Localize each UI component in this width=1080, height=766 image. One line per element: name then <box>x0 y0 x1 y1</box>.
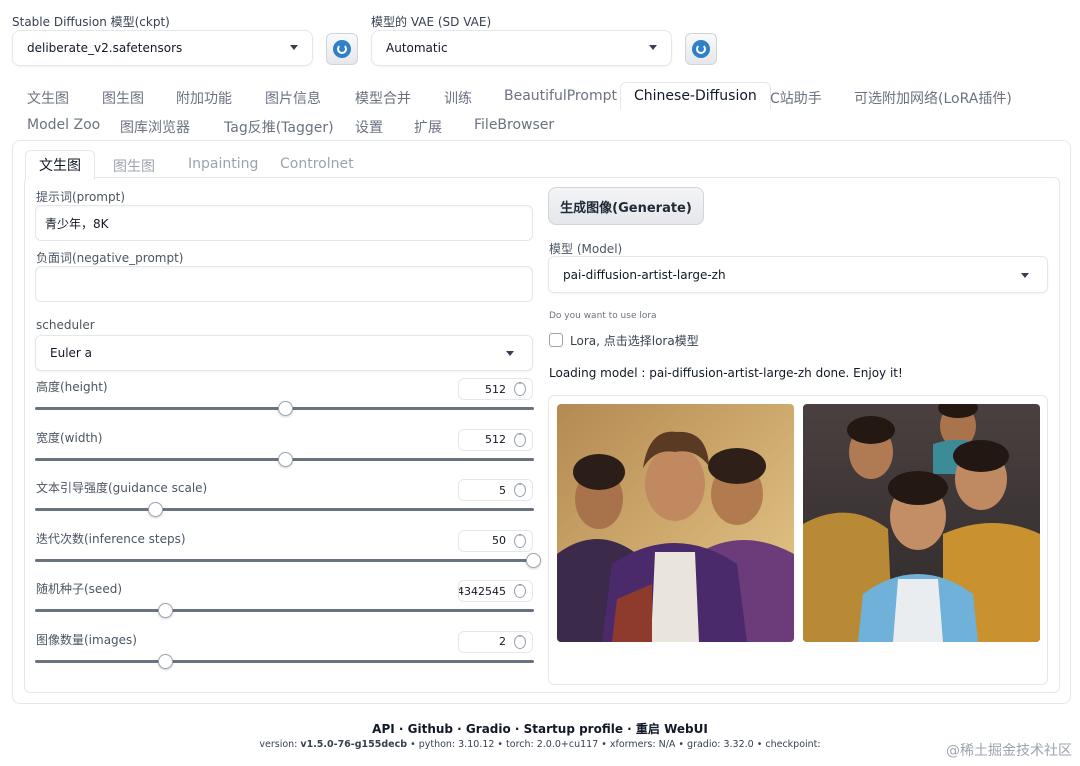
tab-png-info[interactable]: 图片信息 <box>265 88 321 108</box>
tab-settings[interactable]: 设置 <box>355 117 383 137</box>
scheduler-select[interactable]: Euler a <box>35 335 533 371</box>
subtab-controlnet[interactable]: Controlnet <box>280 156 354 172</box>
slider-track[interactable] <box>35 508 534 511</box>
status-text: Loading model : pai-diffusion-artist-lar… <box>549 366 903 380</box>
refresh-ckpt-button[interactable] <box>326 33 358 65</box>
slider-number-input[interactable]: 2 ⌃ <box>458 630 533 653</box>
slider-label: 文本引导强度(guidance scale) <box>36 481 208 495</box>
ckpt-value: deliberate_v2.safetensors <box>27 41 183 55</box>
slider-thumb[interactable] <box>277 451 293 467</box>
slider-label: 高度(height) <box>36 380 108 394</box>
lora-checkbox-label: Lora, 点击选择lora模型 <box>570 334 699 348</box>
subtab-img2img[interactable]: 图生图 <box>113 156 155 176</box>
negative-prompt-label: 负面词(negative_prompt) <box>36 251 184 265</box>
tab-chinese-diffusion[interactable]: Chinese-Diffusion <box>620 82 771 110</box>
footer-meta-rest: • python: 3.10.12 • torch: 2.0.0+cu117 •… <box>407 739 821 750</box>
ckpt-select[interactable]: deliberate_v2.safetensors <box>12 30 313 66</box>
slider-number-input[interactable]: 5 ⌃ <box>458 479 533 501</box>
generated-image-2[interactable] <box>803 404 1040 642</box>
scheduler-value: Euler a <box>50 346 93 360</box>
slider-track[interactable] <box>35 609 534 612</box>
tab-txt2img[interactable]: 文生图 <box>27 88 69 108</box>
slider-thumb[interactable] <box>277 401 293 416</box>
refresh-icon <box>692 40 710 58</box>
slider-label: 迭代次数(inference steps) <box>36 531 186 546</box>
subtab-inpainting[interactable]: Inpainting <box>188 156 258 172</box>
tab-civitai-helper[interactable]: C站助手 <box>770 88 822 108</box>
tab-lora-networks[interactable]: 可选附加网络(LoRA插件) <box>854 88 1012 108</box>
slider-label: 随机种子(seed) <box>36 582 122 596</box>
refresh-icon <box>333 40 351 58</box>
slider-label: 图像数量(images) <box>36 632 137 647</box>
lora-checkbox[interactable] <box>549 333 563 347</box>
vae-label: 模型的 VAE (SD VAE) <box>371 15 492 29</box>
scheduler-label: scheduler <box>36 318 95 332</box>
tab-extensions[interactable]: 扩展 <box>414 117 442 137</box>
slider-thumb[interactable] <box>147 502 163 517</box>
generated-image-1[interactable] <box>557 404 794 642</box>
number-spinner-icon[interactable]: ⌃ <box>514 533 526 548</box>
slider-number-input[interactable]: 50 ⌃ <box>458 529 533 552</box>
footer-version-label: version: <box>259 739 301 750</box>
chevron-down-icon <box>506 351 514 356</box>
footer-meta: version: v1.5.0-76-g155decb • python: 3.… <box>0 739 1080 750</box>
footer-version: v1.5.0-76-g155decb <box>300 739 408 750</box>
prompt-input[interactable]: 青少年，8K <box>35 205 533 241</box>
number-spinner-icon[interactable]: ⌃ <box>514 584 526 598</box>
chevron-down-icon <box>1021 272 1029 278</box>
tab-model-merge[interactable]: 模型合并 <box>355 88 411 108</box>
slider-number-value: 5 <box>499 483 506 497</box>
chevron-down-icon <box>649 45 657 50</box>
model-label: 模型 (Model) <box>549 242 623 256</box>
tab-beautifulprompt[interactable]: BeautifulPrompt <box>504 88 617 104</box>
generate-button[interactable]: 生成图像(Generate) <box>548 187 704 225</box>
number-spinner-icon[interactable]: ⌃ <box>514 382 526 396</box>
ckpt-label: Stable Diffusion 模型(ckpt) <box>12 15 170 29</box>
lora-hint: Do you want to use lora <box>549 311 657 321</box>
number-spinner-icon[interactable]: ⌃ <box>514 432 526 447</box>
slider-track[interactable] <box>35 558 534 562</box>
slider-number-input[interactable]: 512 ⌃ <box>458 378 533 400</box>
tab-extras[interactable]: 附加功能 <box>176 88 232 108</box>
model-value: pai-diffusion-artist-large-zh <box>563 267 726 282</box>
negative-prompt-input[interactable] <box>35 266 533 302</box>
refresh-vae-button[interactable] <box>685 33 717 65</box>
prompt-label: 提示词(prompt) <box>36 190 126 204</box>
tab-model-zoo[interactable]: Model Zoo <box>27 117 100 133</box>
tab-filebrowser[interactable]: FileBrowser <box>474 117 554 133</box>
footer-links[interactable]: API · Github · Gradio · Startup profile … <box>0 720 1080 737</box>
slider-thumb[interactable] <box>526 552 541 568</box>
slider-thumb[interactable] <box>157 603 173 618</box>
generated-image-1-art <box>557 404 794 642</box>
model-select[interactable]: pai-diffusion-artist-large-zh <box>548 256 1048 293</box>
tab-tagger[interactable]: Tag反推(Tagger) <box>224 117 334 137</box>
slider-label: 宽度(width) <box>36 430 103 445</box>
vae-select[interactable]: Automatic <box>371 30 672 66</box>
generated-image-2-art <box>803 404 1040 642</box>
slider-number-value: 50 <box>492 534 506 547</box>
tab-train[interactable]: 训练 <box>444 88 472 108</box>
slider-number-value: 54342545 <box>459 584 506 598</box>
number-spinner-icon[interactable]: ⌃ <box>514 634 526 649</box>
vae-value: Automatic <box>386 41 448 55</box>
chevron-down-icon <box>290 45 298 50</box>
slider-thumb[interactable] <box>157 653 173 669</box>
slider-number-value: 2 <box>499 635 506 648</box>
number-spinner-icon[interactable]: ⌃ <box>514 483 526 497</box>
tab-img2img[interactable]: 图生图 <box>102 88 144 108</box>
watermark: @稀土掘金技术社区 <box>946 743 1072 759</box>
slider-number-value: 512 <box>485 382 506 396</box>
slider-number-input[interactable]: 512 ⌃ <box>458 428 533 451</box>
tab-image-browser[interactable]: 图库浏览器 <box>120 117 190 137</box>
subtab-txt2img[interactable]: 文生图 <box>25 150 95 180</box>
slider-number-input[interactable]: 54342545 ⌃ <box>458 580 533 602</box>
slider-number-value: 512 <box>485 433 506 446</box>
slider-track[interactable] <box>35 659 534 663</box>
